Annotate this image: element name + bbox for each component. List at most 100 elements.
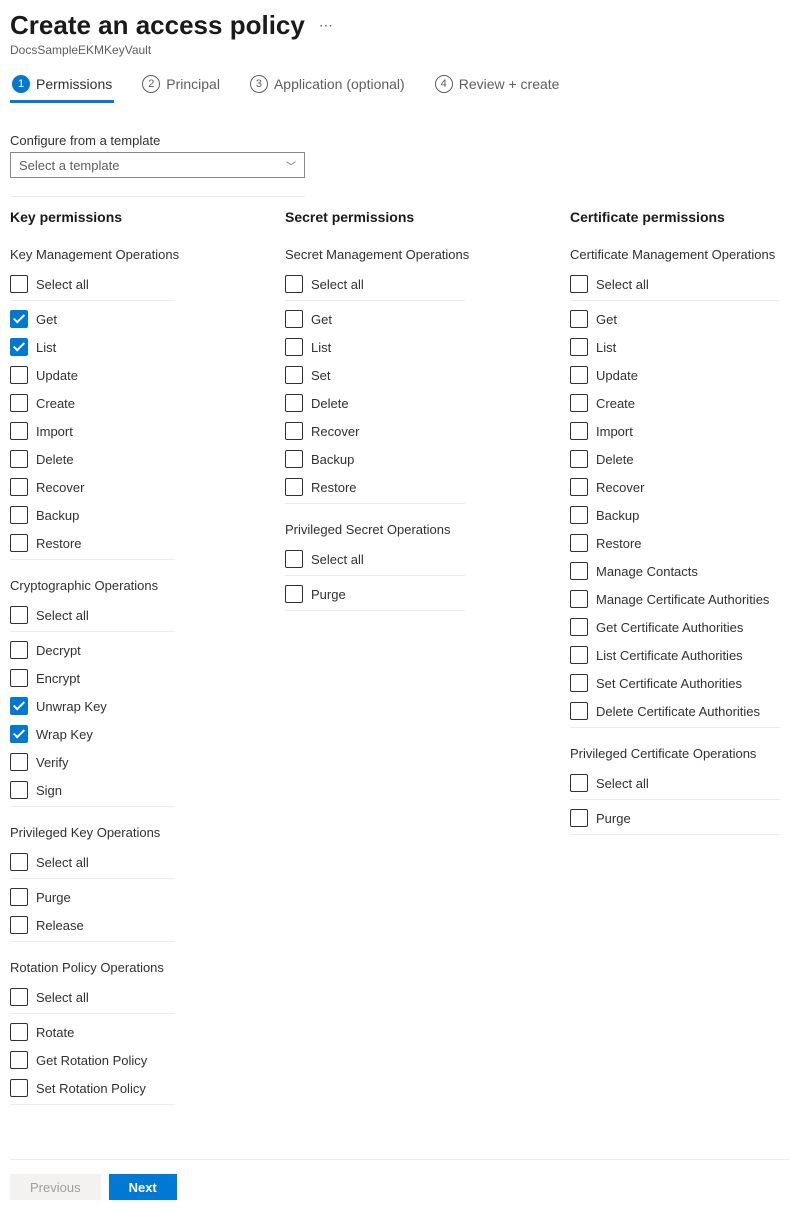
- checkbox[interactable]: [570, 618, 588, 636]
- permission-option[interactable]: Get Certificate Authorities: [570, 613, 780, 641]
- permission-option[interactable]: Backup: [10, 501, 285, 529]
- permission-option[interactable]: Verify: [10, 748, 285, 776]
- permission-option[interactable]: Decrypt: [10, 636, 285, 664]
- checkbox[interactable]: [10, 506, 28, 524]
- permission-option[interactable]: Get: [570, 305, 780, 333]
- permission-option[interactable]: Get: [10, 305, 285, 333]
- checkbox[interactable]: [570, 394, 588, 412]
- checkbox[interactable]: [285, 585, 303, 603]
- permission-option[interactable]: Import: [10, 417, 285, 445]
- select-all-option[interactable]: Select all: [10, 848, 175, 876]
- previous-button[interactable]: Previous: [10, 1174, 101, 1200]
- checkbox[interactable]: [570, 774, 588, 792]
- checkbox[interactable]: [570, 310, 588, 328]
- checkbox[interactable]: [570, 646, 588, 664]
- checkbox[interactable]: [570, 674, 588, 692]
- permission-option[interactable]: Get Rotation Policy: [10, 1046, 285, 1074]
- permission-option[interactable]: Recover: [570, 473, 780, 501]
- permission-option[interactable]: Unwrap Key: [10, 692, 285, 720]
- tab-review-create[interactable]: 4Review + create: [433, 75, 562, 103]
- checkbox[interactable]: [10, 1023, 28, 1041]
- permission-option[interactable]: Set Rotation Policy: [10, 1074, 285, 1102]
- permission-option[interactable]: Get: [285, 305, 570, 333]
- checkbox[interactable]: [10, 888, 28, 906]
- permission-option[interactable]: Update: [570, 361, 780, 389]
- checkbox[interactable]: [570, 809, 588, 827]
- checkbox[interactable]: [570, 275, 588, 293]
- permission-option[interactable]: Delete: [10, 445, 285, 473]
- permission-option[interactable]: Set: [285, 361, 570, 389]
- permission-option[interactable]: Create: [570, 389, 780, 417]
- checkbox[interactable]: [10, 781, 28, 799]
- checkbox[interactable]: [10, 394, 28, 412]
- checkbox[interactable]: [285, 478, 303, 496]
- permission-option[interactable]: Release: [10, 911, 285, 939]
- checkbox[interactable]: [285, 310, 303, 328]
- tab-permissions[interactable]: 1Permissions: [10, 75, 114, 103]
- select-all-option[interactable]: Select all: [285, 545, 465, 573]
- checkbox[interactable]: [285, 550, 303, 568]
- checkbox[interactable]: [10, 478, 28, 496]
- checkbox[interactable]: [570, 478, 588, 496]
- permission-option[interactable]: List: [10, 333, 285, 361]
- checkbox[interactable]: [285, 366, 303, 384]
- permission-option[interactable]: Manage Contacts: [570, 557, 780, 585]
- permission-option[interactable]: Import: [570, 417, 780, 445]
- more-icon[interactable]: ⋯: [319, 17, 334, 34]
- permission-option[interactable]: List: [285, 333, 570, 361]
- checkbox[interactable]: [10, 310, 28, 328]
- checkbox[interactable]: [10, 725, 28, 743]
- permission-option[interactable]: Backup: [570, 501, 780, 529]
- checkbox[interactable]: [10, 916, 28, 934]
- checkbox[interactable]: [570, 422, 588, 440]
- permission-option[interactable]: Manage Certificate Authorities: [570, 585, 780, 613]
- select-all-option[interactable]: Select all: [10, 270, 175, 298]
- checkbox[interactable]: [10, 422, 28, 440]
- permission-option[interactable]: Restore: [10, 529, 285, 557]
- checkbox[interactable]: [10, 1051, 28, 1069]
- next-button[interactable]: Next: [109, 1174, 177, 1200]
- permission-option[interactable]: List: [570, 333, 780, 361]
- checkbox[interactable]: [285, 338, 303, 356]
- checkbox[interactable]: [10, 1079, 28, 1097]
- checkbox[interactable]: [10, 988, 28, 1006]
- permission-option[interactable]: List Certificate Authorities: [570, 641, 780, 669]
- select-all-option[interactable]: Select all: [570, 769, 780, 797]
- checkbox[interactable]: [10, 697, 28, 715]
- checkbox[interactable]: [570, 366, 588, 384]
- checkbox[interactable]: [10, 338, 28, 356]
- checkbox[interactable]: [570, 338, 588, 356]
- checkbox[interactable]: [10, 853, 28, 871]
- checkbox[interactable]: [10, 534, 28, 552]
- checkbox[interactable]: [10, 669, 28, 687]
- select-all-option[interactable]: Select all: [570, 270, 780, 298]
- checkbox[interactable]: [285, 422, 303, 440]
- checkbox[interactable]: [570, 506, 588, 524]
- tab-application-optional-[interactable]: 3Application (optional): [248, 75, 407, 103]
- checkbox[interactable]: [10, 275, 28, 293]
- checkbox[interactable]: [570, 590, 588, 608]
- permission-option[interactable]: Delete Certificate Authorities: [570, 697, 780, 725]
- permission-option[interactable]: Update: [10, 361, 285, 389]
- permission-option[interactable]: Delete: [285, 389, 570, 417]
- permission-option[interactable]: Set Certificate Authorities: [570, 669, 780, 697]
- permission-option[interactable]: Backup: [285, 445, 570, 473]
- checkbox[interactable]: [570, 702, 588, 720]
- permission-option[interactable]: Create: [10, 389, 285, 417]
- select-all-option[interactable]: Select all: [10, 983, 175, 1011]
- checkbox[interactable]: [10, 753, 28, 771]
- checkbox[interactable]: [10, 606, 28, 624]
- checkbox[interactable]: [570, 534, 588, 552]
- permission-option[interactable]: Sign: [10, 776, 285, 804]
- checkbox[interactable]: [285, 450, 303, 468]
- permission-option[interactable]: Recover: [10, 473, 285, 501]
- checkbox[interactable]: [10, 366, 28, 384]
- select-all-option[interactable]: Select all: [10, 601, 175, 629]
- permission-option[interactable]: Delete: [570, 445, 780, 473]
- checkbox[interactable]: [570, 450, 588, 468]
- permission-option[interactable]: Restore: [285, 473, 570, 501]
- permission-option[interactable]: Purge: [570, 804, 780, 832]
- checkbox[interactable]: [285, 394, 303, 412]
- checkbox[interactable]: [285, 275, 303, 293]
- permission-option[interactable]: Recover: [285, 417, 570, 445]
